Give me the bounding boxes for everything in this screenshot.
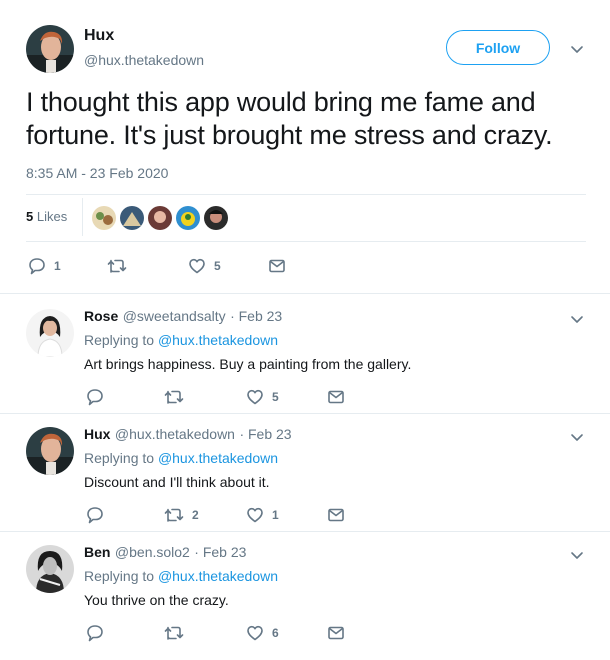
like-button[interactable]: 5 (188, 257, 221, 275)
reply-button[interactable] (86, 388, 112, 406)
retweet-icon (164, 506, 184, 524)
replying-prefix: Replying to (84, 450, 155, 466)
chevron-down-icon[interactable] (569, 41, 585, 57)
replying-to: Replying to @hux.thetakedown (84, 450, 278, 466)
liker-avatar[interactable] (92, 206, 116, 230)
heart-icon (246, 624, 264, 642)
like-button[interactable]: 5 (246, 388, 279, 406)
like-count: 1 (272, 508, 279, 522)
author-avatar[interactable] (26, 25, 74, 73)
divider (26, 241, 586, 242)
reply-date[interactable]: · Feb 23 (194, 544, 246, 560)
chevron-down-icon[interactable] (569, 311, 585, 327)
envelope-icon (327, 624, 345, 642)
divider (0, 293, 610, 294)
likes-word: Likes (36, 209, 68, 224)
reply-date[interactable]: · Feb 23 (239, 426, 291, 442)
reply-text: Discount and I'll think about it. (84, 474, 270, 490)
reply-date[interactable]: · Feb 23 (230, 308, 282, 324)
reply-button[interactable]: 1 (28, 257, 61, 275)
replying-prefix: Replying to (84, 332, 155, 348)
divider (0, 531, 610, 532)
retweet-icon (107, 257, 127, 275)
replying-to: Replying to @hux.thetakedown (84, 568, 278, 584)
reply-button[interactable] (86, 624, 112, 642)
replying-prefix: Replying to (84, 568, 155, 584)
reply-author-handle[interactable]: @hux.thetakedown (115, 426, 235, 442)
liker-avatar[interactable] (204, 206, 228, 230)
reply-icon (86, 388, 104, 406)
reply-count: 1 (54, 259, 61, 273)
dm-button[interactable] (327, 624, 345, 642)
reply-text: Art brings happiness. Buy a painting fro… (84, 356, 412, 372)
like-count: 5 (272, 390, 279, 404)
author-name[interactable]: Hux (84, 27, 114, 45)
envelope-icon (268, 257, 286, 275)
reply-icon (86, 624, 104, 642)
reply-author-name[interactable]: Ben (84, 544, 110, 560)
divider (0, 413, 610, 414)
liker-avatar[interactable] (148, 206, 172, 230)
retweet-count: 2 (192, 508, 199, 522)
follow-button[interactable]: Follow (446, 30, 550, 65)
retweet-button[interactable]: 2 (164, 506, 199, 524)
likes-summary[interactable]: 5 Likes (26, 209, 67, 224)
dm-button[interactable] (268, 257, 286, 275)
retweet-icon (164, 388, 184, 406)
heart-icon (246, 388, 264, 406)
envelope-icon (327, 506, 345, 524)
reply-button[interactable] (86, 506, 112, 524)
reply-avatar[interactable] (26, 545, 74, 593)
reply-avatar[interactable] (26, 427, 74, 475)
heart-icon (188, 257, 206, 275)
retweet-button[interactable] (164, 388, 192, 406)
reply-header: Rose @sweetandsalty · Feb 23 (84, 308, 282, 326)
reply-text: You thrive on the crazy. (84, 592, 229, 608)
liker-avatar[interactable] (120, 206, 144, 230)
reply-avatar[interactable] (26, 309, 74, 357)
liker-avatar[interactable] (176, 206, 200, 230)
reply-author-handle[interactable]: @sweetandsalty (123, 308, 226, 324)
divider (26, 194, 586, 195)
author-handle[interactable]: @hux.thetakedown (84, 52, 204, 68)
retweet-button[interactable] (107, 257, 135, 275)
reply-icon (28, 257, 46, 275)
replying-to-link[interactable]: @hux.thetakedown (158, 450, 278, 466)
likes-count: 5 (26, 209, 34, 224)
replying-to: Replying to @hux.thetakedown (84, 332, 278, 348)
like-count: 5 (214, 259, 221, 273)
heart-icon (246, 506, 264, 524)
chevron-down-icon[interactable] (569, 547, 585, 563)
tweet-timestamp[interactable]: 8:35 AM - 23 Feb 2020 (26, 165, 168, 181)
dm-button[interactable] (327, 506, 345, 524)
dm-button[interactable] (327, 388, 345, 406)
replying-to-link[interactable]: @hux.thetakedown (158, 332, 278, 348)
envelope-icon (327, 388, 345, 406)
like-count: 6 (272, 626, 279, 640)
divider (82, 198, 83, 236)
chevron-down-icon[interactable] (569, 429, 585, 445)
tweet-text: I thought this app would bring me fame a… (26, 87, 553, 150)
reply-header: Hux @hux.thetakedown · Feb 23 (84, 426, 292, 444)
reply-author-name[interactable]: Hux (84, 426, 110, 442)
reply-icon (86, 506, 104, 524)
reply-header: Ben @ben.solo2 · Feb 23 (84, 544, 246, 562)
replying-to-link[interactable]: @hux.thetakedown (158, 568, 278, 584)
like-button[interactable]: 1 (246, 506, 279, 524)
like-button[interactable]: 6 (246, 624, 279, 642)
reply-author-handle[interactable]: @ben.solo2 (115, 544, 190, 560)
retweet-icon (164, 624, 184, 642)
reply-author-name[interactable]: Rose (84, 308, 118, 324)
retweet-button[interactable] (164, 624, 192, 642)
